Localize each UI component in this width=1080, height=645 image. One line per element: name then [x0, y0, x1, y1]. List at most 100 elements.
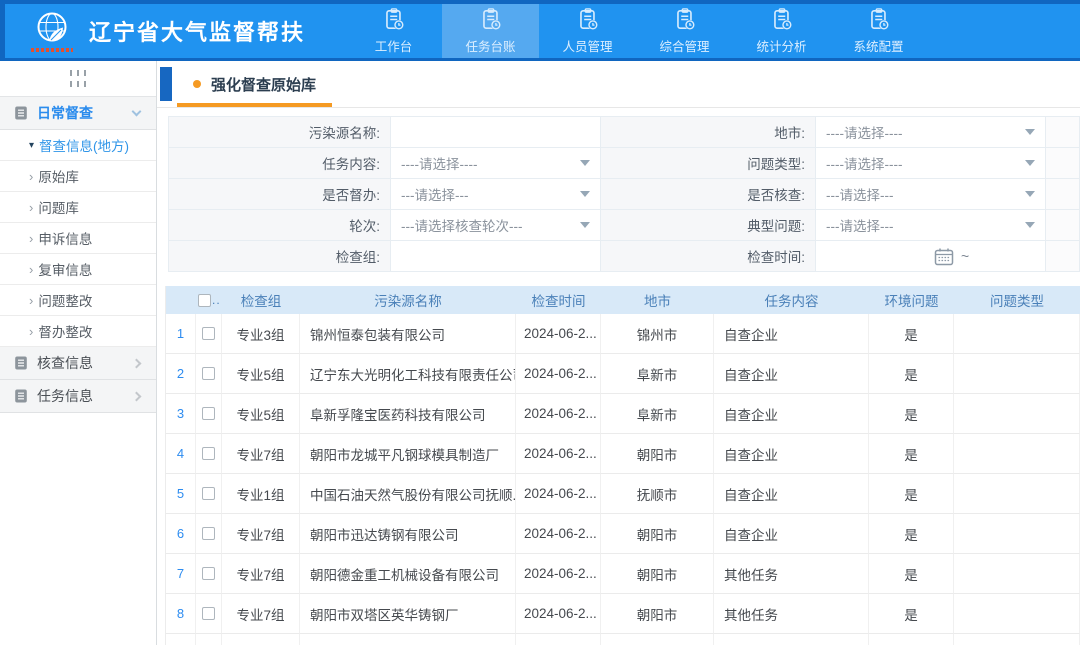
nav-tab-label: 人员管理 — [562, 36, 612, 55]
problem-type-select[interactable]: ----请选择---- — [816, 148, 1046, 179]
sidebar-collapse-button[interactable] — [0, 61, 156, 97]
chevron-right-icon: › — [29, 200, 33, 215]
cell-time: 2024-06-2... — [516, 394, 601, 434]
sidebar-item-raw-library[interactable]: › 原始库 — [0, 161, 156, 192]
nav-tab-system-config[interactable]: 系统配置 — [830, 4, 927, 58]
nav-tab-label: 统计分析 — [756, 36, 806, 55]
col-header-task: 任务内容 — [714, 286, 869, 314]
table-row[interactable]: 4 专业7组 朝阳市龙城平凡钢球模具制造厂 2024-06-2... 朝阳市 自… — [166, 434, 1080, 474]
tab-enhanced-supervision-raw-library[interactable]: 强化督查原始库 — [177, 61, 332, 107]
row-checkbox[interactable] — [202, 607, 215, 620]
app-header: 辽宁省大气监督帮扶 工作台 — [0, 0, 1080, 61]
main-nav: 工作台 任务台账 — [345, 4, 927, 58]
task-content-select[interactable]: ----请选择---- — [391, 148, 601, 179]
sidebar-item-label: 督查信息(地方) — [39, 135, 129, 155]
table-row[interactable]: 5 专业1组 中国石油天然气股份有限公司抚顺... 2024-06-2... 抚… — [166, 474, 1080, 514]
nav-tab-general-mgmt[interactable]: 综合管理 — [636, 4, 733, 58]
header-ellipsis: .. — [212, 293, 221, 307]
table-row[interactable]: 8 专业7组 朝阳市双塔区英华铸钢厂 2024-06-2... 朝阳市 其他任务… — [166, 594, 1080, 634]
nav-tab-workbench[interactable]: 工作台 — [345, 4, 442, 58]
field-label-is-supervised: 是否督办: — [169, 179, 391, 210]
inspection-group-input[interactable] — [401, 244, 590, 268]
dropdown-caret-icon — [1025, 222, 1035, 233]
row-number: 7 — [166, 554, 196, 594]
sidebar-item-problem-rectify[interactable]: › 问题整改 — [0, 285, 156, 316]
city-select[interactable]: ----请选择---- — [816, 117, 1046, 148]
sidebar-group-label: 任务信息 — [37, 386, 93, 406]
col-header-city: 地市 — [601, 286, 714, 314]
cell-group: 专业7组 — [222, 554, 300, 594]
cell-task: 自查企业 — [714, 474, 869, 514]
cell-type — [954, 554, 1080, 594]
cell-city: 阜新市 — [601, 354, 714, 394]
cell-env: 是 — [869, 314, 954, 354]
table-row[interactable]: 3 专业5组 阜新孚隆宝医药科技有限公司 2024-06-2... 阜新市 自查… — [166, 394, 1080, 434]
table-row[interactable]: 2 专业5组 辽宁东大光明化工科技有限责任公司 2024-06-2... 阜新市… — [166, 354, 1080, 394]
row-checkbox[interactable] — [202, 527, 215, 540]
row-checkbox[interactable] — [202, 567, 215, 580]
cell-env: 是 — [869, 554, 954, 594]
sidebar-group-task-info[interactable]: 任务信息 — [0, 380, 156, 413]
cell-time: 2024-06-2... — [516, 474, 601, 514]
sidebar-item-supervision-info-local[interactable]: ▾ 督查信息(地方) — [0, 130, 156, 161]
row-number: 3 — [166, 394, 196, 434]
cell-env: 是 — [869, 394, 954, 434]
pollution-source-input[interactable] — [401, 120, 590, 144]
round-select[interactable]: ---请选择核查轮次--- — [391, 210, 601, 241]
table-row-partial — [166, 634, 1080, 645]
sidebar-item-appeal-info[interactable]: › 申诉信息 — [0, 223, 156, 254]
cell-name: 锦州恒泰包装有限公司 — [300, 314, 516, 354]
collapse-bars-icon — [70, 70, 86, 87]
nav-tab-label: 任务台账 — [465, 36, 515, 55]
cell-city: 朝阳市 — [601, 554, 714, 594]
row-number: 5 — [166, 474, 196, 514]
nav-tab-statistics[interactable]: 统计分析 — [733, 4, 830, 58]
cell-group: 专业1组 — [222, 474, 300, 514]
nav-tab-label: 工作台 — [375, 36, 413, 55]
nav-tab-label: 综合管理 — [659, 36, 709, 55]
inspection-time-field[interactable]: ~ — [816, 241, 1046, 272]
row-checkbox[interactable] — [202, 487, 215, 500]
cell-time: 2024-06-2... — [516, 594, 601, 634]
dropdown-caret-icon — [580, 191, 590, 202]
clipboard-clock-icon — [575, 7, 601, 33]
sidebar-item-supervise-rectify[interactable]: › 督办整改 — [0, 316, 156, 347]
cell-task: 自查企业 — [714, 434, 869, 474]
nav-tab-task-ledger[interactable]: 任务台账 — [442, 4, 539, 58]
row-number: 6 — [166, 514, 196, 554]
row-checkbox[interactable] — [202, 407, 215, 420]
cell-env: 是 — [869, 354, 954, 394]
clipboard-clock-icon — [769, 7, 795, 33]
table-row[interactable]: 6 专业7组 朝阳市迅达铸钢有限公司 2024-06-2... 朝阳市 自查企业… — [166, 514, 1080, 554]
typical-problem-select[interactable]: ---请选择--- — [816, 210, 1046, 241]
calendar-icon[interactable] — [934, 247, 954, 266]
is-verified-select[interactable]: ---请选择--- — [816, 179, 1046, 210]
row-number: 8 — [166, 594, 196, 634]
app-window: 辽宁省大气监督帮扶 工作台 — [0, 0, 1080, 645]
chevron-right-icon: › — [29, 324, 33, 339]
row-checkbox[interactable] — [202, 327, 215, 340]
sidebar-group-label: 日常督查 — [37, 103, 93, 123]
field-label-task-content: 任务内容: — [169, 148, 391, 179]
field-label-is-verified: 是否核查: — [601, 179, 816, 210]
tab-accent-bar — [160, 67, 172, 101]
table-row[interactable]: 1 专业3组 锦州恒泰包装有限公司 2024-06-2... 锦州市 自查企业 … — [166, 314, 1080, 354]
app-title: 辽宁省大气监督帮扶 — [89, 15, 305, 47]
is-supervised-select[interactable]: ---请选择--- — [391, 179, 601, 210]
cell-type — [954, 594, 1080, 634]
row-checkbox[interactable] — [202, 367, 215, 380]
sidebar-group-daily-supervision[interactable]: 日常督查 — [0, 97, 156, 130]
document-icon — [13, 388, 29, 404]
cell-task: 自查企业 — [714, 354, 869, 394]
row-checkbox[interactable] — [202, 447, 215, 460]
chevron-right-icon — [132, 391, 142, 401]
select-all-checkbox[interactable] — [198, 294, 211, 307]
field-label-inspection-group: 检查组: — [169, 241, 391, 272]
nav-tab-personnel[interactable]: 人员管理 — [539, 4, 636, 58]
table-row[interactable]: 7 专业7组 朝阳德金重工机械设备有限公司 2024-06-2... 朝阳市 其… — [166, 554, 1080, 594]
cell-city: 朝阳市 — [601, 594, 714, 634]
sidebar-item-problem-library[interactable]: › 问题库 — [0, 192, 156, 223]
sidebar-group-verification-info[interactable]: 核查信息 — [0, 347, 156, 380]
sidebar-item-review-info[interactable]: › 复审信息 — [0, 254, 156, 285]
field-label-pollution-source: 污染源名称: — [169, 117, 391, 148]
